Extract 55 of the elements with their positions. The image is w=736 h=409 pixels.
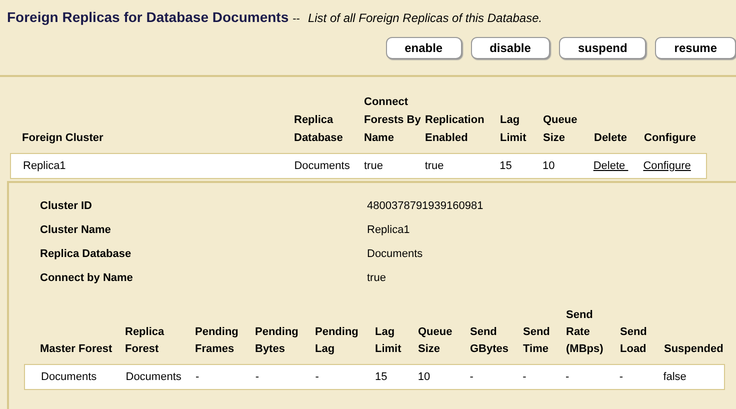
table-cell: false [663,370,686,383]
table-cell: Replica1 [23,160,66,172]
detail-label: Cluster Name [39,222,112,238]
detail-value: 4800378791939160981 [367,198,484,214]
table-cell: 15 [500,160,512,172]
column-header: Replication Enabled [425,113,486,146]
column-header: Pending Lag [315,325,360,357]
table-cell: Documents [294,160,350,172]
detail-value: true [367,270,386,286]
table-cell: - [619,370,623,383]
table-cell: 15 [375,370,388,383]
action-button[interactable]: resume [655,37,736,59]
column-header: Pending Bytes [255,325,300,357]
column-header: Replica Forest [125,325,166,357]
page-title: Foreign Replicas for Database Documents [7,8,289,27]
title-separator: -- [292,12,300,27]
detail-label: Replica Database [39,246,132,262]
column-header: Send Time [523,325,551,357]
column-header: Queue Size [543,113,578,146]
column-header: Pending Frames [195,325,240,357]
column-header: Foreign Cluster [22,131,104,146]
detail-label: Connect by Name [39,270,134,286]
table-cell: - [565,370,570,383]
table-link[interactable]: Delete [593,160,628,172]
column-header: Replica Database [294,113,344,146]
detail-value: Documents [367,246,423,262]
table-cell: Documents [126,370,182,383]
column-header: Suspended [664,342,724,357]
column-header: Connect Forests By Name [364,95,422,146]
column-header: Lag Limit [500,113,528,146]
table-cell: - [522,370,526,383]
table-cell: - [196,370,200,383]
table-cell: 10 [418,370,430,383]
column-header: Send Rate (MBps) [566,308,604,357]
action-button[interactable]: suspend [558,37,646,59]
column-header: Queue Size [418,325,454,357]
table-cell: Documents [41,370,97,383]
table-link[interactable]: Configure [643,160,691,172]
page-subtitle: List of all Foreign Replicas of this Database. [308,10,542,27]
table-cell: - [255,370,260,383]
detail-label: Cluster ID [39,198,93,214]
column-header: Delete [594,131,628,146]
column-header: Lag Limit [375,325,402,357]
table-cell: 10 [542,160,555,172]
column-header: Send Load [620,325,648,357]
table-cell: - [315,370,319,383]
table-cell: - [470,370,474,383]
table-cell: true [364,160,383,172]
column-header: Configure [644,131,697,146]
action-button[interactable]: enable [386,37,462,59]
table-cell: true [424,160,444,172]
action-button[interactable]: disable [470,37,550,59]
column-header: Master Forest [40,342,114,357]
detail-value: Replica1 [367,222,410,238]
column-header: Send GBytes [470,325,510,357]
